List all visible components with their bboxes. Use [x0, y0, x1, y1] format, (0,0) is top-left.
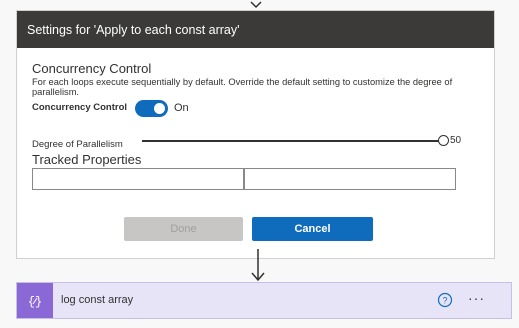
concurrency-section-title: Concurrency Control	[32, 61, 152, 76]
concurrency-toggle[interactable]	[135, 100, 168, 117]
concurrency-description: For each loops execute sequentially by d…	[32, 77, 453, 97]
tracked-property-value-input[interactable]	[244, 168, 456, 190]
cancel-button[interactable]: Cancel	[252, 217, 373, 241]
tracked-properties-title: Tracked Properties	[32, 152, 142, 167]
more-icon[interactable]: ···	[468, 290, 485, 306]
toggle-knob	[154, 103, 165, 114]
settings-header-title: Settings for 'Apply to each const array'	[27, 22, 240, 37]
help-circle-icon[interactable]: ?	[437, 292, 453, 308]
parallelism-slider-thumb[interactable]	[438, 135, 449, 146]
code-braces-icon: {}	[17, 283, 53, 318]
tracked-property-key-input[interactable]	[32, 168, 244, 190]
toggle-state-label: On	[174, 102, 189, 114]
action-title: log const array	[61, 294, 134, 306]
svg-text:?: ?	[442, 296, 447, 306]
parallelism-slider-track[interactable]	[142, 140, 444, 142]
done-button[interactable]: Done	[124, 217, 243, 241]
parallelism-value: 50	[450, 135, 462, 146]
top-arrow-icon	[250, 1, 262, 9]
concurrency-control-label: Concurrency Control	[32, 102, 128, 113]
arrow-down-icon	[251, 249, 265, 282]
settings-panel: Settings for 'Apply to each const array'…	[16, 10, 495, 259]
settings-header: Settings for 'Apply to each const array'	[17, 11, 494, 48]
degree-of-parallelism-label: Degree of Parallelism	[32, 139, 123, 150]
action-card-log-const-array[interactable]: {} log const array ? ···	[16, 282, 512, 319]
